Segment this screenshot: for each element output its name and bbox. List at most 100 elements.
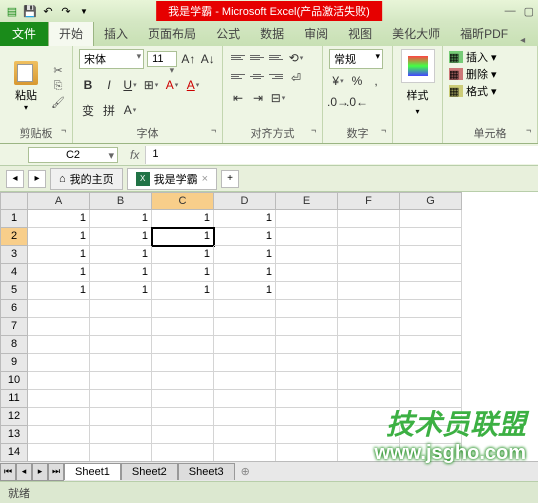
cell[interactable]: [28, 372, 90, 390]
row-header[interactable]: 7: [0, 318, 28, 336]
cell[interactable]: [400, 354, 462, 372]
row-header[interactable]: 11: [0, 390, 28, 408]
cell[interactable]: 1: [152, 282, 214, 300]
cell[interactable]: [400, 390, 462, 408]
cell[interactable]: 1: [152, 210, 214, 228]
cell[interactable]: [90, 354, 152, 372]
cell[interactable]: 1: [90, 264, 152, 282]
merge-cells-icon[interactable]: ⊟: [269, 89, 287, 107]
cell[interactable]: [400, 318, 462, 336]
cell[interactable]: [28, 426, 90, 444]
delete-cells-button[interactable]: ▦删除 ▾: [449, 66, 497, 82]
cell[interactable]: [28, 336, 90, 354]
doc-tab-home[interactable]: ⌂ 我的主页: [50, 168, 123, 190]
cell[interactable]: [400, 228, 462, 246]
cell[interactable]: [276, 354, 338, 372]
maximize-button[interactable]: ▢: [524, 5, 534, 18]
qat-dropdown-icon[interactable]: ▼: [76, 3, 92, 19]
insert-cells-button[interactable]: ▦插入 ▾: [449, 49, 497, 65]
align-top-icon[interactable]: [229, 49, 247, 65]
doc-nav-prev[interactable]: ◂: [6, 170, 24, 188]
format-painter-icon[interactable]: 🖌: [50, 96, 66, 110]
column-header[interactable]: D: [214, 192, 276, 210]
cell[interactable]: [90, 336, 152, 354]
column-header[interactable]: F: [338, 192, 400, 210]
cell[interactable]: [276, 282, 338, 300]
cell[interactable]: [90, 300, 152, 318]
cell[interactable]: 1: [28, 228, 90, 246]
row-header[interactable]: 6: [0, 300, 28, 318]
tab-foxit-pdf[interactable]: 福昕PDF: [450, 21, 518, 46]
cell[interactable]: [276, 246, 338, 264]
cell[interactable]: [214, 390, 276, 408]
column-header[interactable]: A: [28, 192, 90, 210]
select-all-corner[interactable]: [0, 192, 28, 210]
sheet-tab[interactable]: Sheet1: [64, 463, 121, 480]
cell[interactable]: [214, 354, 276, 372]
cell[interactable]: [90, 426, 152, 444]
cell[interactable]: [28, 300, 90, 318]
increase-decimal-icon[interactable]: .0→: [329, 93, 347, 111]
cell[interactable]: [338, 228, 400, 246]
cell[interactable]: [338, 210, 400, 228]
save-icon[interactable]: 💾: [22, 3, 38, 19]
format-cells-button[interactable]: ▦格式 ▾: [449, 83, 497, 99]
cell[interactable]: [276, 264, 338, 282]
cell[interactable]: [276, 426, 338, 444]
cell[interactable]: [338, 444, 400, 462]
cell[interactable]: [338, 300, 400, 318]
sheet-nav-last[interactable]: ⏭: [48, 463, 64, 481]
cell[interactable]: [276, 408, 338, 426]
cell[interactable]: 1: [90, 282, 152, 300]
cell[interactable]: 1: [214, 282, 276, 300]
bold-button[interactable]: B: [79, 76, 97, 94]
cell[interactable]: [152, 354, 214, 372]
cell[interactable]: [214, 408, 276, 426]
new-sheet-icon[interactable]: ⊕: [235, 465, 256, 478]
orientation-icon[interactable]: ⟲: [287, 49, 305, 67]
cell[interactable]: [214, 318, 276, 336]
cell[interactable]: 1: [28, 210, 90, 228]
currency-icon[interactable]: ¥: [329, 72, 347, 90]
column-header[interactable]: B: [90, 192, 152, 210]
cell[interactable]: [338, 408, 400, 426]
fx-icon[interactable]: fx: [124, 148, 145, 162]
cell[interactable]: [400, 300, 462, 318]
cell[interactable]: [400, 408, 462, 426]
cell[interactable]: [276, 390, 338, 408]
cell[interactable]: [28, 390, 90, 408]
tab-review[interactable]: 审阅: [294, 21, 338, 46]
increase-indent-icon[interactable]: ⇥: [249, 89, 267, 107]
sheet-tab[interactable]: Sheet3: [178, 463, 235, 480]
cell-styles-button[interactable]: [401, 49, 435, 83]
cell[interactable]: [400, 282, 462, 300]
undo-icon[interactable]: ↶: [40, 3, 56, 19]
cell[interactable]: [90, 390, 152, 408]
wrap-text-icon[interactable]: ⏎: [287, 69, 305, 87]
cell[interactable]: [214, 300, 276, 318]
copy-icon[interactable]: ⎘: [50, 80, 66, 94]
cell[interactable]: [338, 354, 400, 372]
align-middle-icon[interactable]: [248, 49, 266, 65]
cell[interactable]: 1: [152, 246, 214, 264]
paste-button[interactable]: 粘贴 ▾: [6, 49, 46, 124]
grow-font-icon[interactable]: A↑: [180, 50, 196, 68]
tab-formulas[interactable]: 公式: [206, 21, 250, 46]
name-box[interactable]: C2: [28, 147, 118, 163]
cell[interactable]: [90, 444, 152, 462]
cell[interactable]: 1: [90, 228, 152, 246]
cell[interactable]: 1: [90, 246, 152, 264]
cell[interactable]: 1: [214, 246, 276, 264]
cell[interactable]: [400, 210, 462, 228]
redo-icon[interactable]: ↷: [58, 3, 74, 19]
underline-button[interactable]: U: [121, 76, 139, 94]
shrink-font-icon[interactable]: A↓: [200, 50, 216, 68]
cell[interactable]: 1: [90, 210, 152, 228]
row-header[interactable]: 8: [0, 336, 28, 354]
italic-button[interactable]: I: [100, 76, 118, 94]
row-header[interactable]: 9: [0, 354, 28, 372]
cell[interactable]: [214, 426, 276, 444]
cell[interactable]: [276, 228, 338, 246]
decrease-indent-icon[interactable]: ⇤: [229, 89, 247, 107]
close-tab-icon[interactable]: ×: [202, 173, 208, 185]
